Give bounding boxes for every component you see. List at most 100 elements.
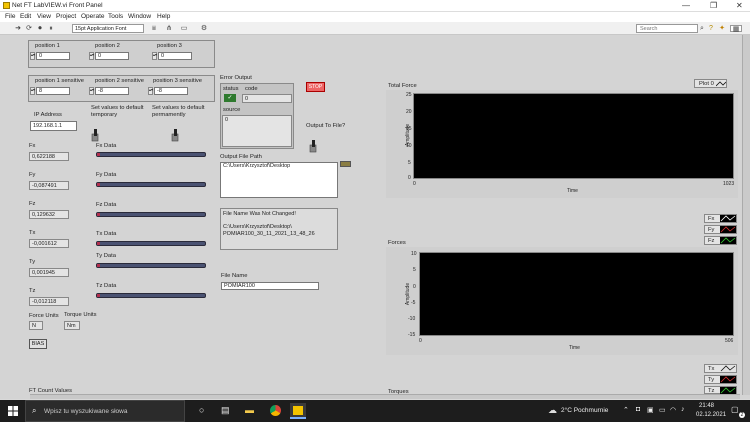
legend-tx[interactable]: Tx (704, 364, 737, 373)
volume-icon[interactable]: ♪ (681, 406, 685, 413)
torque-units-value: Nm (64, 321, 80, 330)
sensitive-3-input[interactable]: -8 (154, 87, 188, 95)
resize-objects-icon[interactable]: ▭ (180, 25, 188, 32)
notification-icon[interactable]: ▢ (731, 405, 739, 414)
help-icon[interactable]: ? (707, 25, 715, 32)
fy-label: Fy (29, 172, 36, 178)
fx-data-bar (96, 152, 206, 157)
minimize-button[interactable]: — (682, 1, 690, 10)
run-continuous-icon[interactable]: ⟳ (25, 25, 33, 32)
output-file-path-input[interactable]: C:\Users\Krzysztof\Desktop (220, 162, 338, 198)
clock-time[interactable]: 21:48 (699, 403, 714, 409)
sensitive-2-spinner[interactable]: ▴▾ (89, 87, 94, 95)
menu-tools[interactable]: Tools (108, 13, 123, 20)
legend-tz[interactable]: Tz (704, 386, 737, 394)
menu-file[interactable]: File (5, 13, 15, 20)
maximize-button[interactable]: ❐ (710, 1, 717, 10)
position-3-sensitive-label: position 3 sensitive (153, 78, 202, 84)
run-arrow-icon[interactable]: ➜ (14, 25, 22, 32)
set-default-temporary-toggle[interactable] (91, 128, 99, 142)
position-3-spinner[interactable]: ▴▾ (152, 52, 157, 60)
menu-operate[interactable]: Operate (81, 13, 105, 20)
weather-icon[interactable]: ☁ (548, 405, 557, 416)
total-force-plot-area[interactable] (413, 93, 734, 179)
menu-edit[interactable]: Edit (20, 13, 31, 20)
set-default-permanently-label: Set values to default permamently (152, 105, 205, 118)
tz-data-label: Tz Data (96, 283, 117, 289)
sensitive-1-input[interactable]: 8 (36, 87, 70, 95)
file-explorer-icon[interactable]: ▬ (245, 405, 254, 415)
sensitive-2-input[interactable]: -8 (95, 87, 129, 95)
search-input[interactable]: Search (636, 24, 698, 33)
legend-fy[interactable]: Fy (704, 225, 737, 234)
sensitive-3-spinner[interactable]: ▴▾ (148, 87, 153, 95)
vertical-scrollbar[interactable] (742, 35, 750, 395)
weather-text[interactable]: 2°C Pochmurnie (561, 407, 608, 414)
distribute-objects-icon[interactable]: ⋔ (165, 25, 173, 32)
sensitive-1-spinner[interactable]: ▴▾ (30, 87, 35, 95)
taskbar-search-icon: ⌕ (32, 406, 37, 415)
output-to-file-toggle[interactable] (309, 139, 317, 153)
position-1-spinner[interactable]: ▴▾ (30, 52, 35, 60)
bias-button[interactable]: BIAS (29, 339, 47, 349)
stop-button[interactable]: STOP (306, 82, 325, 92)
font-selector[interactable]: 15pt Application Font (72, 24, 144, 33)
reorder-icon[interactable]: ⚙ (200, 25, 208, 32)
toolbar: ➜ ⟳ ⏺ ⏸ 15pt Application Font ⩸ ⋔ ▭ ⚙ Se… (0, 22, 750, 35)
battery-icon[interactable]: ▭ (659, 406, 666, 414)
task-view-icon[interactable]: ○ (199, 405, 204, 415)
position-1-input[interactable]: 0 (36, 52, 70, 60)
file-name-label: File Name (221, 273, 248, 279)
ip-address-input[interactable]: 192.168.1.1 (30, 121, 77, 131)
legend-fz[interactable]: Fz (704, 236, 737, 245)
windows-start-icon[interactable] (8, 406, 18, 416)
file-name-input[interactable]: POMIAR100 (221, 282, 319, 290)
taskbar-search-box[interactable]: ⌕ Wpisz tu wyszukiwane słowa (25, 400, 185, 422)
legend-plot-0[interactable]: Plot 0 (694, 79, 727, 88)
legend-ty-label: Ty (708, 377, 715, 383)
error-code-label: code (245, 86, 258, 92)
tray-chevron-icon[interactable]: ⌃ (623, 406, 629, 414)
tray-app2-icon[interactable]: ▣ (647, 406, 654, 414)
forces-ytick-4: -10 (408, 316, 416, 322)
horizontal-scrollbar[interactable] (30, 394, 740, 399)
chrome-icon[interactable] (270, 405, 281, 416)
position-2-sensitive-label: position 2 sensitive (95, 78, 144, 84)
legend-fx[interactable]: Fx (704, 214, 737, 223)
fx-value: 0,622188 (29, 152, 69, 161)
forces-plot-area[interactable] (419, 252, 734, 336)
vi-icon: ▦ (730, 25, 742, 33)
fz-data-bar (96, 212, 206, 217)
forces-ytick-3: -5 (411, 300, 416, 306)
menu-window[interactable]: Window (128, 13, 151, 20)
legend-fz-label: Fz (708, 238, 715, 244)
browse-folder-icon[interactable] (340, 161, 351, 167)
align-objects-icon[interactable]: ⩸ (150, 25, 158, 32)
legend-ty-line-icon (720, 376, 736, 383)
tray-app-icon[interactable]: ◘ (636, 406, 640, 413)
legend-plot-0-label: Plot 0 (699, 81, 714, 87)
labview-taskbar-button[interactable] (290, 403, 306, 419)
clock-date[interactable]: 02.12.2021 (696, 412, 726, 418)
close-button[interactable]: ✕ (736, 1, 743, 10)
wifi-icon[interactable]: ◠ (670, 406, 676, 414)
set-default-permanently-toggle[interactable] (171, 128, 179, 142)
abort-icon[interactable]: ⏺ (36, 25, 44, 32)
search-icon[interactable]: ⌕ (698, 25, 706, 32)
pause-icon[interactable]: ⏸ (47, 25, 55, 32)
position-3-input[interactable]: 0 (158, 52, 192, 60)
ty-data-label: Ty Data (96, 253, 116, 259)
fz-value: 0,129632 (29, 210, 69, 219)
menu-view[interactable]: View (37, 13, 51, 20)
total-force-graph-frame: Amplitude 25 20 15 10 5 0 0 1023 Time (386, 90, 738, 198)
fy-data-bar (96, 182, 206, 187)
window-title: Net FT LabVIEW.vi Front Panel (12, 2, 103, 9)
menu-project[interactable]: Project (56, 13, 76, 20)
position-2-spinner[interactable]: ▴▾ (89, 52, 94, 60)
menu-help[interactable]: Help (157, 13, 170, 20)
legend-ty[interactable]: Ty (704, 375, 737, 384)
context-help-icon[interactable]: ✦ (718, 25, 726, 32)
position-2-input[interactable]: 0 (95, 52, 129, 60)
error-source-value: 0 (222, 115, 292, 147)
widgets-icon[interactable]: ▤ (221, 405, 230, 416)
